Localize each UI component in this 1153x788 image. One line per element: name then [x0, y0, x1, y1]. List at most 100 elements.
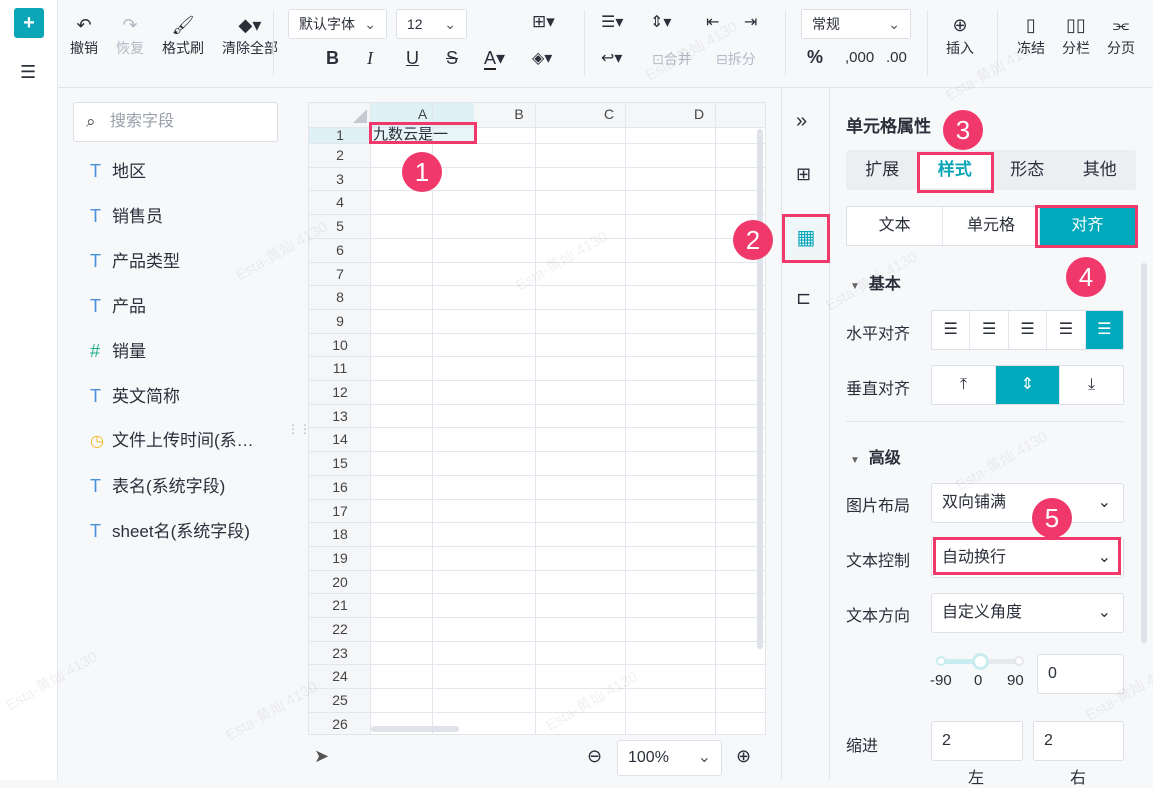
row-header[interactable]: 11 — [309, 359, 371, 377]
row-header[interactable]: 1 — [309, 127, 371, 143]
vertical-align-button[interactable]: ⇕▾ — [650, 12, 671, 32]
vertical-scrollbar[interactable] — [757, 129, 763, 649]
columns-button[interactable]: ▯▯ 分栏 — [1062, 12, 1090, 58]
field-item[interactable]: T 英文简称 — [90, 384, 180, 408]
field-label: 表名(系统字段) — [112, 477, 226, 496]
clear-all-button[interactable]: ◆▾ 清除全部 — [222, 12, 278, 58]
row-header[interactable]: 10 — [309, 336, 371, 354]
font-select[interactable]: 默认字体 ⌄ — [288, 9, 387, 39]
row-header[interactable]: 18 — [309, 525, 371, 543]
font-color-button[interactable]: A▾ — [484, 48, 505, 70]
row-header[interactable]: 24 — [309, 667, 371, 685]
column-header[interactable]: A — [371, 106, 474, 122]
row-header[interactable]: 26 — [309, 715, 371, 733]
angle-slider[interactable] — [936, 653, 1024, 670]
row-header[interactable]: 17 — [309, 502, 371, 520]
row-header[interactable]: 21 — [309, 596, 371, 614]
send-icon[interactable]: ➤ — [314, 746, 329, 767]
field-item[interactable]: T 产品类型 — [90, 249, 180, 273]
indent-right-input[interactable]: 2 — [1033, 721, 1124, 761]
widget-icon[interactable]: ⊏ — [796, 288, 811, 309]
horizontal-scrollbar[interactable] — [371, 726, 459, 732]
row-header[interactable]: 12 — [309, 383, 371, 401]
undo-button[interactable]: ↶ 撤销 — [70, 12, 98, 58]
column-header[interactable]: C — [564, 106, 654, 122]
field-item[interactable]: T 产品 — [90, 294, 146, 318]
zoom-in-icon[interactable]: ⊕ — [736, 746, 751, 767]
align-distributed-icon[interactable]: ☰ — [1085, 311, 1123, 349]
align-middle-icon[interactable]: ⇕ — [996, 366, 1060, 404]
italic-button[interactable]: I — [367, 48, 373, 69]
align-right-icon[interactable]: ☰ — [1009, 311, 1048, 349]
percent-button[interactable]: % — [807, 47, 823, 68]
strikethrough-button[interactable]: S — [446, 48, 458, 69]
fill-color-button[interactable]: ◈▾ — [532, 48, 552, 68]
wrap-button[interactable]: ↩▾ — [601, 48, 622, 68]
row-header[interactable]: 2 — [309, 146, 371, 164]
indent-left-input[interactable]: 2 — [931, 721, 1023, 761]
row-header[interactable]: 3 — [309, 170, 371, 188]
slider-handle[interactable] — [972, 653, 989, 670]
zoom-out-icon[interactable]: ⊖ — [587, 746, 602, 767]
row-header[interactable]: 6 — [309, 241, 371, 259]
row-header[interactable]: 7 — [309, 265, 371, 283]
redo-button[interactable]: ↷ 恢复 — [116, 12, 144, 58]
tab-2[interactable]: 形态 — [991, 150, 1064, 190]
advanced-section-toggle[interactable]: ▼ 高级 — [850, 444, 901, 468]
field-item[interactable]: # 销量 — [90, 339, 146, 363]
field-item[interactable]: T 地区 — [90, 159, 146, 183]
row-header[interactable]: 16 — [309, 478, 371, 496]
align-center-icon[interactable]: ☰ — [970, 311, 1009, 349]
field-item[interactable]: Tsheet名(系统字段) — [90, 519, 250, 543]
row-header[interactable]: 14 — [309, 430, 371, 448]
format-painter-button[interactable]: 🖌 格式刷 — [162, 12, 204, 58]
thousands-button[interactable]: ,000 — [845, 49, 874, 66]
field-item[interactable]: T 表名(系统字段) — [90, 474, 225, 498]
panel-scrollbar[interactable] — [1141, 263, 1147, 643]
split-button[interactable]: ⊟拆分 — [716, 49, 756, 69]
outline-menu-icon[interactable]: ☰ — [20, 62, 36, 83]
text-direction-select[interactable]: 自定义角度 ⌄ — [931, 593, 1124, 633]
number-format-select[interactable]: 常规 ⌄ — [801, 9, 911, 39]
page-break-button[interactable]: ⫘ 分页 — [1107, 12, 1135, 58]
align-justify-icon[interactable]: ☰ — [1047, 311, 1086, 349]
add-icon[interactable]: + — [14, 8, 44, 38]
font-size-select[interactable]: 12 ⌄ — [396, 9, 467, 39]
row-header[interactable]: 23 — [309, 644, 371, 662]
column-header[interactable]: B — [474, 106, 564, 122]
layout-icon[interactable]: ⊞ — [796, 164, 811, 185]
column-header[interactable]: D — [654, 106, 744, 122]
underline-button[interactable]: U — [406, 48, 419, 69]
tab-0[interactable]: 扩展 — [846, 150, 919, 190]
insert-button[interactable]: ⊕ 插入 — [946, 12, 974, 58]
angle-input[interactable]: 0 — [1037, 654, 1124, 694]
select-all-corner[interactable] — [353, 109, 367, 123]
row-header[interactable]: 20 — [309, 573, 371, 591]
text-type-icon: T — [90, 296, 101, 316]
tab-3[interactable]: 其他 — [1064, 150, 1137, 190]
decimals-button[interactable]: .00 — [886, 49, 907, 66]
row-header[interactable]: 8 — [309, 288, 371, 306]
row-header[interactable]: 4 — [309, 193, 371, 211]
increase-indent-button[interactable]: ⇥ — [744, 12, 757, 32]
row-header[interactable]: 13 — [309, 407, 371, 425]
indent-right-caption: 右 — [1070, 770, 1087, 787]
bold-button[interactable]: B — [326, 48, 339, 69]
align-bottom-icon[interactable]: ⤓ — [1060, 366, 1123, 404]
field-item[interactable]: T 销售员 — [90, 204, 163, 228]
align-left-icon[interactable]: ☰ — [932, 311, 971, 349]
field-search-input[interactable]: ⌕ 搜索字段 — [73, 102, 278, 142]
zoom-select[interactable]: 100% ⌄ — [617, 740, 722, 776]
field-item[interactable]: ◷ 文件上传时间(系… — [90, 429, 254, 453]
row-header[interactable]: 19 — [309, 549, 371, 567]
spreadsheet[interactable]: A B C D 1 2 3 4 5 6 7 8 9 10 11 12 13 14 15 16 17 18 19 20 21 22 2… — [308, 102, 766, 735]
align-button[interactable]: ☰▾ — [601, 12, 623, 32]
row-header[interactable]: 9 — [309, 312, 371, 330]
row-header[interactable]: 15 — [309, 454, 371, 472]
row-header[interactable]: 22 — [309, 620, 371, 638]
collapse-icon[interactable]: » — [796, 110, 807, 133]
subtab-0[interactable]: 文本 — [847, 207, 944, 245]
subtab-1[interactable]: 单元格 — [943, 207, 1040, 245]
align-top-icon[interactable]: ⤒ — [932, 366, 996, 404]
border-button[interactable]: ⊞▾ — [532, 12, 555, 32]
